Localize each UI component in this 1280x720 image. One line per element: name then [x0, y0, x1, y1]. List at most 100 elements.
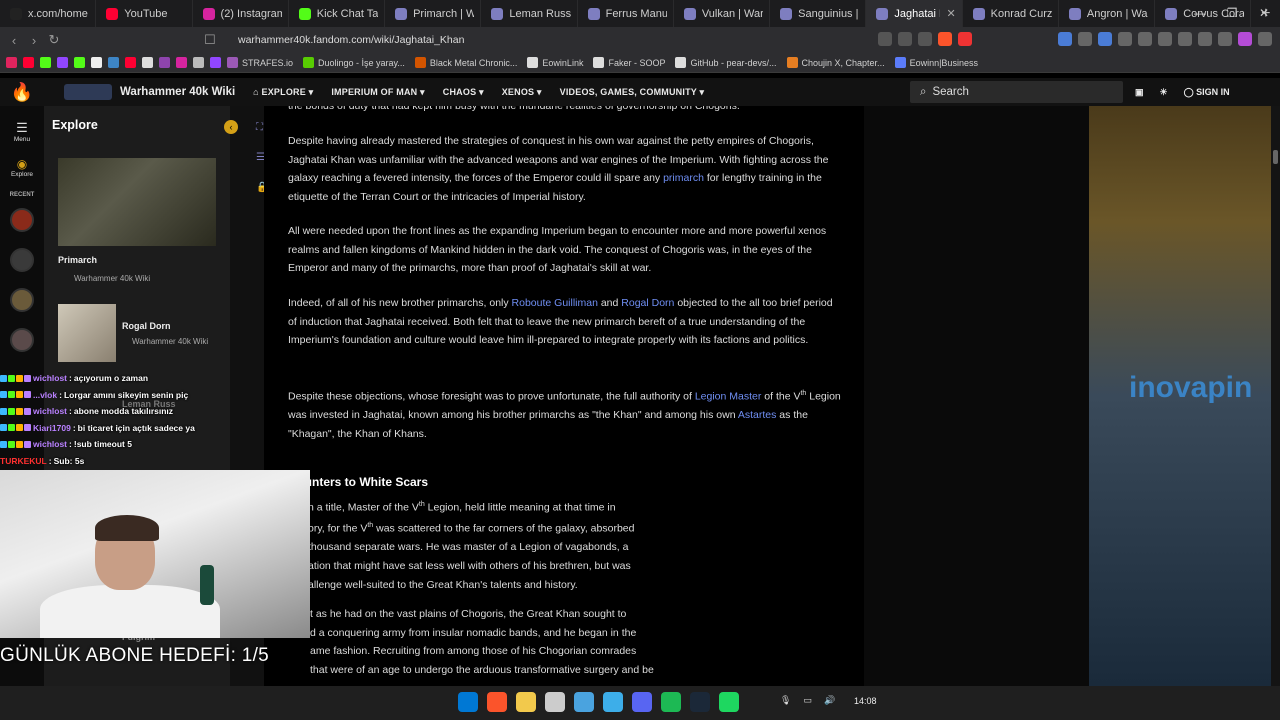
- reader-icon[interactable]: [898, 32, 912, 46]
- browser-tab[interactable]: Konrad Curze |: [963, 0, 1059, 27]
- bookmark-item[interactable]: [91, 57, 102, 68]
- bookmark-item[interactable]: Choujin X, Chapter...: [786, 57, 885, 68]
- minimize-button[interactable]: —: [1184, 0, 1216, 27]
- recent-avatar[interactable]: [10, 248, 34, 272]
- taskbar-app-icon[interactable]: [661, 692, 681, 712]
- nav-imperium[interactable]: IMPERIUM OF MAN ▾: [331, 87, 424, 98]
- maximize-button[interactable]: ❐: [1216, 0, 1248, 27]
- close-window-button[interactable]: ✕: [1248, 0, 1280, 27]
- search-input[interactable]: ⌕ Search: [910, 81, 1123, 103]
- translate-icon[interactable]: [878, 32, 892, 46]
- bookmark-item[interactable]: Eowinn|Business: [894, 57, 978, 68]
- taskbar-app-icon[interactable]: [690, 692, 710, 712]
- rewards-icon[interactable]: [958, 32, 972, 46]
- extension-icon[interactable]: [1058, 32, 1072, 46]
- taskbar-app-icon[interactable]: [545, 692, 565, 712]
- browser-tab[interactable]: (2) Instagram: [193, 0, 289, 27]
- wiki-name[interactable]: Warhammer 40k Wiki: [120, 86, 235, 98]
- nav-chaos[interactable]: CHAOS ▾: [443, 87, 484, 98]
- browser-tab[interactable]: Angron | Warha: [1059, 0, 1156, 27]
- forward-icon[interactable]: ›: [24, 33, 44, 48]
- bookmark-item[interactable]: [108, 57, 119, 68]
- card-title[interactable]: Primarch: [58, 255, 97, 265]
- scrollbar-thumb[interactable]: [1273, 150, 1278, 164]
- extension-icon[interactable]: [1158, 32, 1172, 46]
- bookmark-item[interactable]: Duolingo - İşe yaray...: [303, 57, 405, 68]
- theme-toggle-icon[interactable]: ☀: [1160, 87, 1168, 98]
- bookmark-item[interactable]: Faker - SOOP: [593, 57, 665, 68]
- browser-tab[interactable]: Ferrus Manus |: [578, 0, 674, 27]
- browser-tab[interactable]: Vulkan | Warha: [674, 0, 771, 27]
- link-astartes[interactable]: Astartes: [738, 409, 777, 421]
- recent-avatar[interactable]: [10, 208, 34, 232]
- nav-community[interactable]: VIDEOS, GAMES, COMMUNITY ▾: [560, 87, 705, 98]
- bookmark-item[interactable]: [176, 57, 187, 68]
- tab-close-icon[interactable]: ✕: [946, 7, 955, 20]
- sign-in-button[interactable]: ◯ SIGN IN: [1184, 87, 1230, 98]
- taskbar-app-icon[interactable]: [632, 692, 652, 712]
- mic-icon[interactable]: 🎙: [780, 695, 791, 706]
- bookmark-item[interactable]: [23, 57, 34, 68]
- link-primarch[interactable]: primarch: [663, 172, 704, 184]
- bookmark-item[interactable]: STRAFES.io: [227, 57, 293, 68]
- browser-tab[interactable]: Kick Chat Takip: [289, 0, 386, 27]
- extension-icon[interactable]: [1118, 32, 1132, 46]
- reload-icon[interactable]: ↻: [44, 32, 64, 48]
- browser-tab[interactable]: Leman Russ | W: [481, 0, 578, 27]
- network-icon[interactable]: ▭: [803, 695, 812, 706]
- browser-tab[interactable]: Sanguinius | W: [770, 0, 867, 27]
- extension-icon[interactable]: [1198, 32, 1212, 46]
- link-legion-master[interactable]: Legion Master: [695, 391, 762, 403]
- taskbar-app-icon[interactable]: [719, 692, 739, 712]
- link-rogal-dorn[interactable]: Rogal Dorn: [621, 297, 674, 309]
- nav-xenos[interactable]: XENOS ▾: [502, 87, 542, 98]
- browser-tab[interactable]: x.com/home: [0, 0, 97, 27]
- brave-shield-icon[interactable]: [938, 32, 952, 46]
- extension-icon[interactable]: [1078, 32, 1092, 46]
- browser-tab[interactable]: YouTube: [96, 0, 193, 27]
- taskbar-app-icon[interactable]: [574, 692, 594, 712]
- menu-button[interactable]: ☰ Menu: [0, 120, 44, 143]
- explore-button[interactable]: ◉ Explore: [0, 157, 44, 178]
- extension-icon[interactable]: [1178, 32, 1192, 46]
- bookmark-item[interactable]: EowinLink: [527, 57, 583, 68]
- taskbar-app-icon[interactable]: [458, 692, 478, 712]
- wiki-logo[interactable]: [64, 84, 112, 100]
- bookmark-icon[interactable]: ☐: [200, 32, 220, 48]
- bookmark-item[interactable]: [74, 57, 85, 68]
- nav-explore[interactable]: ⌂ EXPLORE ▾: [253, 87, 313, 98]
- bookmark-item[interactable]: Black Metal Chronic...: [414, 57, 517, 68]
- taskbar-app-icon[interactable]: [487, 692, 507, 712]
- collapse-panel-icon[interactable]: ‹: [224, 120, 238, 134]
- bookmark-item[interactable]: [159, 57, 170, 68]
- card-title[interactable]: Rogal Dorn: [122, 321, 171, 331]
- share-icon[interactable]: [918, 32, 932, 46]
- fandom-logo-icon[interactable]: 🔥: [0, 82, 44, 103]
- card-image-rogal-dorn[interactable]: [58, 304, 116, 362]
- bookmark-item[interactable]: [6, 57, 17, 68]
- extension-icon[interactable]: [1138, 32, 1152, 46]
- taskbar-app-icon[interactable]: [603, 692, 623, 712]
- link-roboute-guilliman[interactable]: Roboute Guilliman: [512, 297, 598, 309]
- back-icon[interactable]: ‹: [4, 33, 24, 48]
- browser-tab[interactable]: Primarch | War: [385, 0, 482, 27]
- bookmark-item[interactable]: [210, 57, 221, 68]
- page-scrollbar[interactable]: [1271, 106, 1280, 686]
- recent-avatar[interactable]: [10, 288, 34, 312]
- volume-icon[interactable]: 🔊: [824, 695, 835, 706]
- menu-icon[interactable]: [1258, 32, 1272, 46]
- extension-icon[interactable]: [1218, 32, 1232, 46]
- bookmark-item[interactable]: [125, 57, 136, 68]
- browser-tab[interactable]: Jaghatai Kh ✕: [866, 0, 963, 27]
- discussions-icon[interactable]: ▣: [1135, 87, 1144, 98]
- taskbar-clock[interactable]: 14:08: [854, 696, 877, 706]
- bookmark-item[interactable]: [142, 57, 153, 68]
- url-field[interactable]: warhammer40k.fandom.com/wiki/Jaghatai_Kh…: [238, 34, 464, 46]
- bookmark-item[interactable]: [193, 57, 204, 68]
- extension-icon[interactable]: [1238, 32, 1252, 46]
- bookmark-item[interactable]: GitHub - pear-devs/...: [675, 57, 777, 68]
- card-image-primarch[interactable]: [58, 158, 216, 246]
- bookmark-item[interactable]: [40, 57, 51, 68]
- recent-avatar[interactable]: [10, 328, 34, 352]
- bookmark-item[interactable]: [57, 57, 68, 68]
